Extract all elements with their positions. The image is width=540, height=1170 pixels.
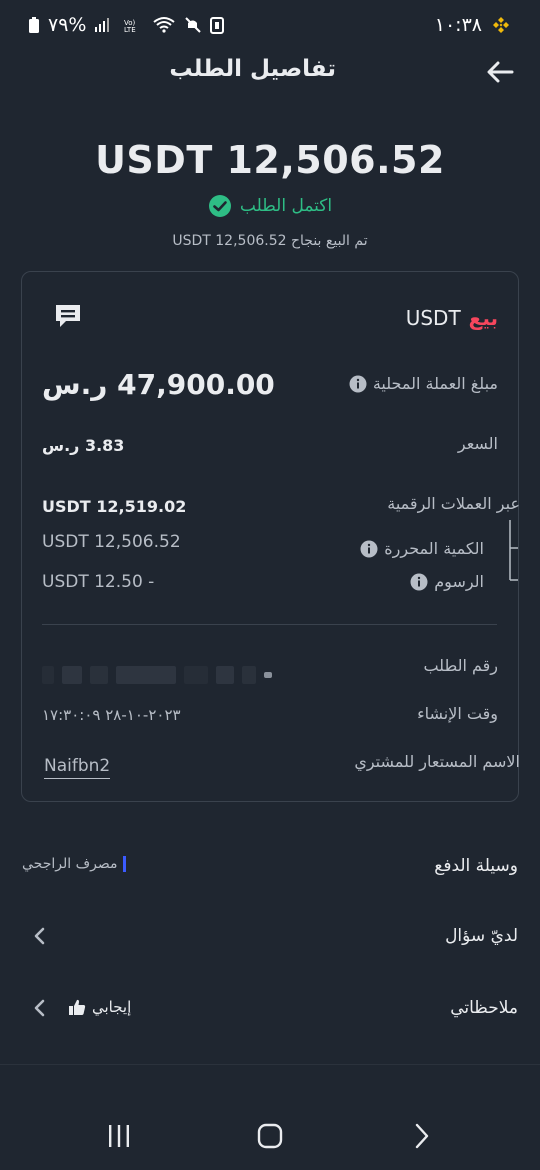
thumbs-up-icon: [69, 999, 86, 1015]
released-label-text: الكمية المحررة: [384, 539, 484, 558]
nav-back-icon[interactable]: [410, 1122, 432, 1150]
wifi-icon: [153, 17, 176, 33]
local-amount-value: 47,900.00 ر.س: [42, 368, 275, 401]
local-amount-label: مبلغ العملة المحلية: [349, 374, 498, 393]
my-notes-row[interactable]: ملاحظاتي: [450, 998, 518, 1018]
fees-label: الرسوم: [410, 572, 484, 591]
sold-summary: تم البيع بنجاح USDT 12,506.52: [172, 233, 368, 249]
check-circle-icon: [208, 195, 231, 217]
chevron-left-icon[interactable]: [32, 998, 48, 1018]
trade-asset: USDT: [405, 306, 461, 330]
feedback-text: إيجابي: [92, 998, 132, 1016]
mute-icon: [185, 17, 202, 33]
price-value: 3.83 ر.س: [42, 436, 125, 455]
buyer-nickname-link[interactable]: Naifbn2: [44, 756, 111, 779]
battery-level: ٧٩%: [48, 14, 87, 36]
svg-text:LTE: LTE: [124, 26, 136, 33]
released-label: الكمية المحررة: [360, 539, 484, 558]
order-number-label: رقم الطلب: [423, 656, 498, 675]
battery-icon: [29, 17, 39, 33]
page-title: تفاصيل الطلب: [169, 56, 336, 82]
fees-label-text: الرسوم: [434, 572, 484, 591]
order-status-text: اكتمل الطلب: [239, 196, 333, 216]
order-status: اكتمل الطلب: [0, 194, 540, 218]
have-question-row[interactable]: لديّ سؤال: [445, 926, 518, 946]
battery-saver-icon: [210, 17, 225, 34]
order-number-redacted: [42, 664, 272, 686]
order-amount: USDT 12,506.52: [95, 138, 445, 182]
payment-method-label: وسيلة الدفع: [434, 856, 518, 876]
bank-color-bar: [123, 856, 127, 872]
card-divider: [42, 624, 497, 625]
info-icon[interactable]: [360, 540, 378, 558]
bottom-divider: [0, 1064, 540, 1065]
status-time-group: ١٠:٣٨: [435, 14, 510, 36]
info-icon[interactable]: [349, 375, 367, 393]
chevron-left-icon[interactable]: [32, 926, 48, 946]
tree-bracket: [509, 520, 518, 581]
crypto-value: USDT 12,519.02: [42, 497, 187, 516]
signal-icon: [95, 18, 110, 32]
fees-value: USDT 12.50 -: [42, 572, 155, 592]
price-label: السعر: [457, 434, 498, 453]
crypto-label: عبر العملات الرقمية: [387, 494, 520, 513]
released-value: USDT 12,506.52: [42, 532, 181, 552]
buyer-nickname-label: الاسم المستعار للمشتري: [354, 752, 520, 771]
local-amount-label-text: مبلغ العملة المحلية: [372, 374, 498, 393]
info-icon[interactable]: [410, 573, 428, 591]
feedback-value: إيجابي: [68, 998, 131, 1016]
created-time-value: ٢٠٢٣-١٠-٢٨ ١٧:٣٠:٠٩: [42, 706, 181, 724]
trade-side-sell: بيع: [468, 306, 498, 330]
clock: ١٠:٣٨: [434, 14, 482, 36]
payment-method-value: مصرف الراجحي: [22, 856, 127, 872]
volte-icon: Vo) LTE: [124, 19, 136, 33]
back-arrow-icon[interactable]: [484, 56, 516, 88]
payment-bank-name: مصرف الراجحي: [22, 856, 118, 872]
created-time-label: وقت الإنشاء: [417, 704, 498, 723]
binance-icon: [493, 17, 509, 33]
status-icons: ٧٩% Vo) LTE: [28, 14, 225, 36]
chat-icon[interactable]: [54, 302, 82, 330]
trade-side: بيع USDT: [406, 306, 498, 330]
home-icon[interactable]: [256, 1122, 284, 1150]
recent-apps-icon[interactable]: [106, 1122, 132, 1150]
